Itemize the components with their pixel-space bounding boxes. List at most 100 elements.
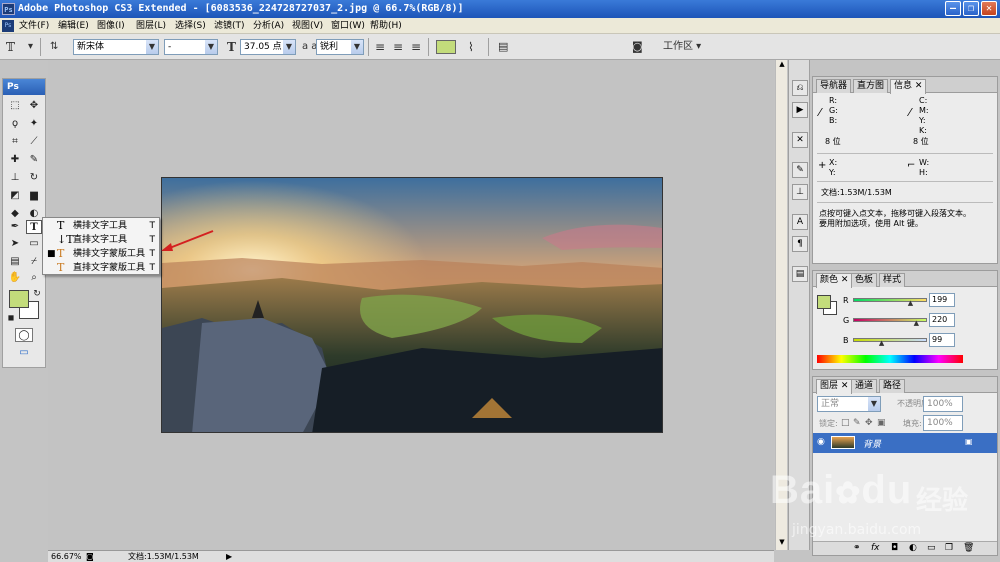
character-panel-icon[interactable]: A bbox=[792, 214, 808, 230]
move-tool-icon[interactable]: ✥ bbox=[26, 99, 42, 113]
clone-stamp-tool-icon[interactable]: ⊥ bbox=[7, 171, 23, 185]
scroll-up-icon[interactable]: ▲ bbox=[777, 60, 787, 70]
menu-analysis[interactable]: 分析(A) bbox=[251, 18, 286, 34]
color-r-slider[interactable] bbox=[853, 298, 927, 302]
color-g-input[interactable]: 220 bbox=[929, 313, 955, 327]
lock-all-icon[interactable]: ▣ bbox=[877, 418, 886, 428]
dodge-tool-icon[interactable]: ◐ bbox=[26, 207, 42, 221]
antialias-select[interactable]: 锐利 ▼ bbox=[316, 39, 364, 55]
menu-window[interactable]: 窗口(W) bbox=[329, 18, 367, 34]
align-center-icon[interactable]: ≡ bbox=[393, 40, 403, 54]
brushes-panel-icon[interactable]: ✎ bbox=[792, 162, 808, 178]
status-menu-arrow-icon[interactable]: ▶ bbox=[226, 551, 232, 562]
fill-input[interactable]: 100% bbox=[923, 415, 963, 431]
color-panel-fg-swatch[interactable] bbox=[817, 295, 831, 309]
quick-mask-icon[interactable]: ◯ bbox=[15, 328, 33, 342]
text-color-swatch[interactable] bbox=[436, 40, 456, 54]
tab-layers[interactable]: 图层 ✕ bbox=[816, 379, 853, 394]
color-ramp[interactable] bbox=[817, 355, 963, 363]
foreground-color-swatch[interactable] bbox=[9, 290, 29, 308]
warp-text-icon[interactable]: ⌇ bbox=[468, 40, 474, 54]
magic-wand-tool-icon[interactable]: ✦ bbox=[26, 117, 42, 131]
zoom-level[interactable]: 66.67% bbox=[51, 551, 82, 562]
workspace-button[interactable]: 工作区 ▾ bbox=[663, 40, 701, 54]
gradient-tool-icon[interactable]: ▆ bbox=[26, 189, 42, 203]
lock-position-icon[interactable]: ✥ bbox=[865, 418, 873, 428]
close-button[interactable]: ✕ bbox=[981, 1, 997, 16]
flyout-item-horizontal-type-mask[interactable]: ■ T 横排文字蒙版工具 T bbox=[43, 247, 159, 261]
palettes-toggle-icon[interactable]: ▤ bbox=[498, 40, 508, 54]
menu-select[interactable]: 选择(S) bbox=[173, 18, 208, 34]
slider-thumb-icon[interactable]: ▲ bbox=[914, 320, 919, 327]
actions-panel-icon[interactable]: ▶ bbox=[792, 102, 808, 118]
default-colors-icon[interactable]: ◼ bbox=[3, 311, 19, 325]
tab-info[interactable]: 信息 ✕ bbox=[890, 79, 927, 94]
color-r-input[interactable]: 199 bbox=[929, 293, 955, 307]
color-b-slider[interactable] bbox=[853, 338, 927, 342]
history-panel-icon[interactable]: ⎌ bbox=[792, 80, 808, 96]
flyout-item-vertical-type-mask[interactable]: T 直排文字蒙版工具 T bbox=[43, 261, 159, 275]
lasso-tool-icon[interactable]: ϙ bbox=[7, 117, 23, 131]
color-b-input[interactable]: 99 bbox=[929, 333, 955, 347]
preset-dropdown-arrow-icon[interactable]: ▾ bbox=[28, 40, 33, 54]
slice-tool-icon[interactable]: ⟋ bbox=[26, 135, 42, 149]
healing-brush-tool-icon[interactable]: ✚ bbox=[7, 153, 23, 167]
text-orientation-icon[interactable]: ⇅ bbox=[50, 40, 58, 54]
paragraph-panel-icon[interactable]: ¶ bbox=[792, 236, 808, 252]
opacity-input[interactable]: 100% bbox=[923, 396, 963, 412]
screen-mode-icon[interactable]: ▭ bbox=[14, 346, 34, 360]
app-menu-icon[interactable]: Ps bbox=[2, 20, 14, 32]
font-family-select[interactable]: 新宋体 ▼ bbox=[73, 39, 159, 55]
flyout-item-vertical-type[interactable]: ↓T 直排文字工具 T bbox=[43, 233, 159, 247]
tool-preset-icon[interactable]: 𝕋 bbox=[6, 40, 15, 54]
tab-histogram[interactable]: 直方图 bbox=[853, 79, 889, 93]
tool-presets-panel-icon[interactable]: ✕ bbox=[792, 132, 808, 148]
menu-image[interactable]: 图像(I) bbox=[95, 18, 127, 34]
menu-filter[interactable]: 滤镜(T) bbox=[212, 18, 247, 34]
menu-view[interactable]: 视图(V) bbox=[290, 18, 325, 34]
slider-thumb-icon[interactable]: ▲ bbox=[908, 300, 913, 307]
slider-thumb-icon[interactable]: ▲ bbox=[879, 340, 884, 347]
tab-paths[interactable]: 路径 bbox=[879, 379, 906, 393]
tab-navigator[interactable]: 导航器 bbox=[816, 79, 852, 93]
bridge-icon[interactable]: ◙ bbox=[632, 40, 643, 54]
zoom-tool-icon[interactable]: ⌕ bbox=[26, 271, 42, 285]
notes-tool-icon[interactable]: ▤ bbox=[7, 255, 23, 269]
history-brush-tool-icon[interactable]: ↻ bbox=[26, 171, 42, 185]
layer-comps-panel-icon[interactable]: ▤ bbox=[792, 266, 808, 282]
hand-tool-icon[interactable]: ✋ bbox=[7, 271, 23, 285]
shape-tool-icon[interactable]: ▭ bbox=[26, 237, 42, 251]
menu-edit[interactable]: 编辑(E) bbox=[56, 18, 91, 34]
align-right-icon[interactable]: ≡ bbox=[411, 40, 421, 54]
menu-help[interactable]: 帮助(H) bbox=[368, 18, 404, 34]
blend-mode-select[interactable]: 正常 ▼ bbox=[817, 396, 881, 412]
marquee-tool-icon[interactable]: ⬚ bbox=[7, 99, 23, 113]
menu-file[interactable]: 文件(F) bbox=[17, 18, 51, 34]
menu-layer[interactable]: 图层(L) bbox=[134, 18, 168, 34]
eyedropper-tool-icon[interactable]: ⌿ bbox=[26, 255, 42, 269]
path-selection-tool-icon[interactable]: ➤ bbox=[7, 237, 23, 251]
eraser-tool-icon[interactable]: ◩ bbox=[7, 189, 23, 203]
align-left-icon[interactable]: ≡ bbox=[375, 40, 385, 54]
lock-transparency-icon[interactable]: □ bbox=[841, 418, 850, 428]
clone-source-panel-icon[interactable]: ⊥ bbox=[792, 184, 808, 200]
status-info-icon[interactable]: ◙ bbox=[86, 551, 94, 562]
document-image[interactable] bbox=[161, 177, 663, 433]
blur-tool-icon[interactable]: ◆ bbox=[7, 207, 23, 221]
font-style-select[interactable]: - ▼ bbox=[164, 39, 218, 55]
tab-channels[interactable]: 通道 bbox=[851, 379, 878, 393]
restore-button[interactable]: ❐ bbox=[963, 1, 979, 16]
tab-swatches[interactable]: 色板 bbox=[851, 273, 878, 287]
options-bar: 𝕋 ▾ ⇅ 新宋体 ▼ - ▼ T 37.05 点 ▼ a a 锐利 ▼ ≡ ≡… bbox=[0, 34, 1000, 60]
swap-colors-icon[interactable]: ↻ bbox=[29, 287, 45, 301]
pen-tool-icon[interactable]: ✒ bbox=[7, 220, 23, 234]
font-size-select[interactable]: 37.05 点 ▼ bbox=[240, 39, 296, 55]
flyout-item-horizontal-type[interactable]: T 横排文字工具 T bbox=[43, 219, 159, 233]
lock-pixels-icon[interactable]: ✎ bbox=[853, 418, 861, 428]
brush-tool-icon[interactable]: ✎ bbox=[26, 153, 42, 167]
crop-tool-icon[interactable]: ⌗ bbox=[7, 135, 23, 149]
type-tool-icon[interactable]: T bbox=[26, 220, 42, 234]
tab-color[interactable]: 颜色 ✕ bbox=[816, 273, 853, 288]
minimize-button[interactable]: – bbox=[945, 1, 961, 16]
tab-styles[interactable]: 样式 bbox=[879, 273, 906, 287]
